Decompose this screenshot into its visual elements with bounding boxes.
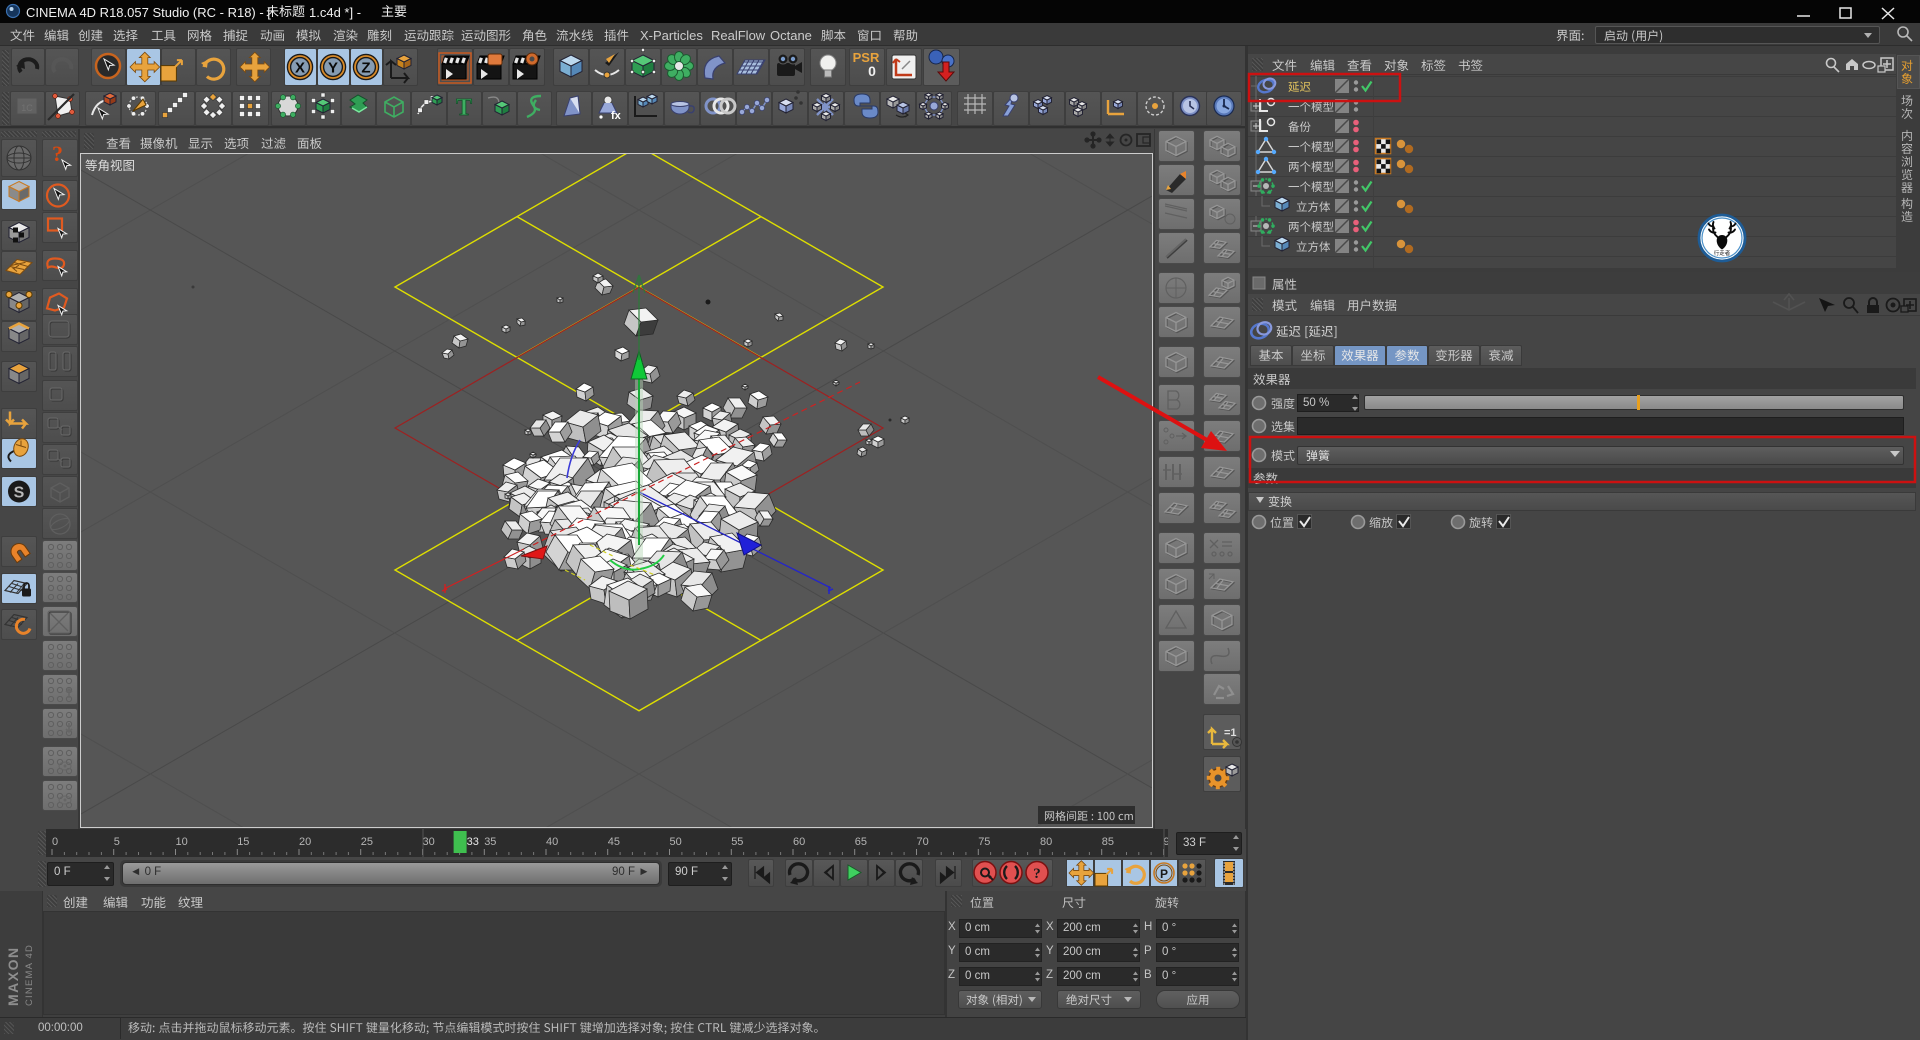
svg-text:55: 55 xyxy=(731,836,743,848)
svg-text:80: 80 xyxy=(1040,836,1052,848)
svg-text:25: 25 xyxy=(361,836,373,848)
svg-text:33: 33 xyxy=(467,836,479,848)
svg-text:60: 60 xyxy=(793,836,805,848)
svg-text:75: 75 xyxy=(978,836,990,848)
svg-text:0: 0 xyxy=(52,836,58,848)
svg-text:65: 65 xyxy=(855,836,867,848)
svg-text:20: 20 xyxy=(299,836,311,848)
svg-text:40: 40 xyxy=(546,836,558,848)
svg-text:35: 35 xyxy=(484,836,496,848)
svg-text:85: 85 xyxy=(1102,836,1114,848)
svg-text:15: 15 xyxy=(237,836,249,848)
svg-text:45: 45 xyxy=(608,836,620,848)
svg-text:50: 50 xyxy=(670,836,682,848)
svg-text:10: 10 xyxy=(176,836,188,848)
svg-text:30: 30 xyxy=(423,836,435,848)
svg-text:5: 5 xyxy=(114,836,120,848)
svg-text:70: 70 xyxy=(917,836,929,848)
